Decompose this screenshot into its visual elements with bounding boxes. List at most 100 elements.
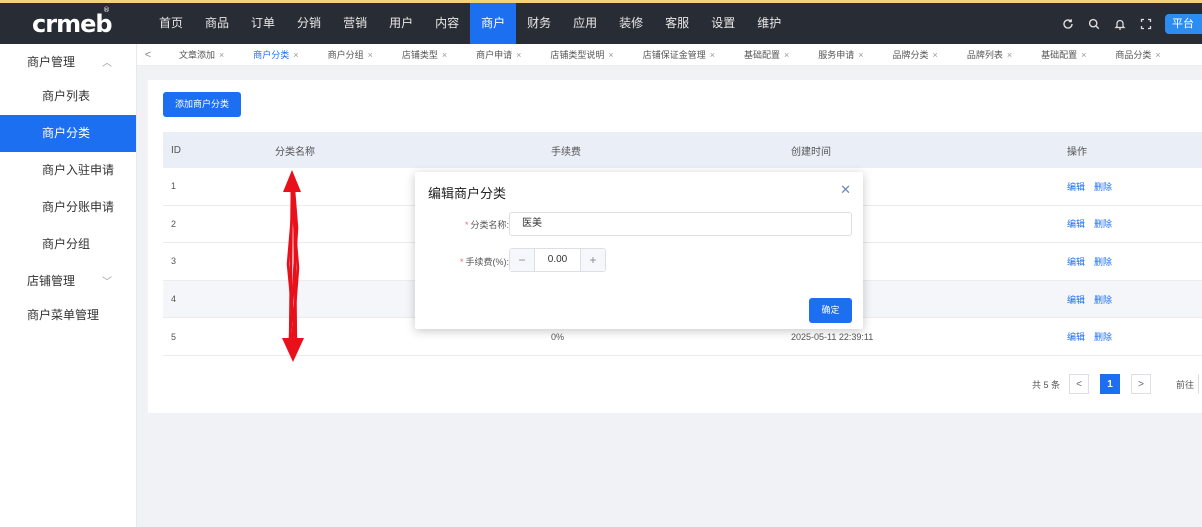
cell-actions: 编辑 删除 [1067,293,1202,306]
delete-link[interactable]: 删除 [1094,257,1112,267]
delete-link[interactable]: 删除 [1094,219,1112,229]
column-header-name: 分类名称 [275,146,315,158]
cell-id: 5 [171,331,177,342]
search-icon[interactable] [1081,3,1107,44]
tab[interactable]: 文章添加 × [159,48,233,61]
sidebar-item[interactable]: 商户分组 [0,226,136,263]
sidebar: 商户管理 ︿ 商户列表 商户分类 商户入驻申请 商户分账申请 商户分组 店铺管理 ﹀ 商… [0,44,137,527]
tab-close-icon[interactable]: × [442,50,447,60]
column-header-id: ID [171,144,181,156]
pagination-total: 共 5 条 [1031,379,1060,390]
menu-item[interactable]: 用户 [378,3,424,44]
platform-badge[interactable]: 平台 [1165,13,1202,34]
tab-close-icon[interactable]: × [858,50,863,60]
menu-item[interactable]: 客服 [654,3,700,44]
menu-item[interactable]: 维护 [746,3,792,44]
column-header-action: 操作 [1067,146,1087,158]
cell-actions: 编辑 删除 [1067,255,1202,268]
tab[interactable]: 品牌分类 × [873,48,947,61]
prev-page-button[interactable]: < [1068,374,1089,394]
confirm-button[interactable]: 确定 [809,298,852,323]
menu-item[interactable]: 营销 [332,3,378,44]
sidebar-group-merchant-menu[interactable]: 商户菜单管理 [0,297,136,331]
cell-id: 1 [171,181,177,192]
category-name-input[interactable]: 医美 [509,212,852,236]
cell-actions: 编辑 删除 [1067,180,1202,193]
sidebar-group-label: 商户管理 [27,54,76,69]
edit-link[interactable]: 编辑 [1067,257,1085,267]
tab-label: 文章添加 [179,50,216,60]
delete-link[interactable]: 删除 [1094,182,1112,192]
tab-label: 商户分组 [327,50,364,60]
red-annotation-arrow [282,170,304,362]
goto-page-input[interactable] [1198,374,1202,394]
tab[interactable]: 商户申请 × [456,48,530,61]
tab[interactable]: 店铺类型 × [382,48,456,61]
tab-close-icon[interactable]: × [219,50,224,60]
tab[interactable]: 基础配置 × [1021,48,1095,61]
tab[interactable]: 商户分类 × [233,48,307,61]
tab-close-icon[interactable]: × [1155,50,1160,60]
tab-close-icon[interactable]: × [293,50,298,60]
menu-item[interactable]: 应用 [562,3,608,44]
next-page-button[interactable]: > [1130,374,1151,394]
tab-close-icon[interactable]: × [516,50,521,60]
sidebar-group-merchant[interactable]: 商户管理 ︿ [0,44,136,78]
menu-item[interactable]: 首页 [148,3,194,44]
tabs-strip: < 文章添加 × 商户分类 × 商户分组 × 店铺类型 × 商户申请 × 店铺类型说明 × 店铺保证金管… [137,44,1202,66]
tab[interactable]: 商品分类 × [1095,48,1169,61]
cell-actions: 编辑 删除 [1067,217,1202,230]
fullscreen-icon[interactable] [1133,3,1159,44]
menu-item[interactable]: 内容 [424,3,470,44]
tab[interactable]: 店铺保证金管理 × [623,48,724,61]
tab-close-icon[interactable]: × [368,50,373,60]
edit-link[interactable]: 编辑 [1067,182,1085,192]
delete-link[interactable]: 删除 [1094,295,1112,305]
decrement-button[interactable]: − [510,249,534,271]
menu-item[interactable]: 装修 [608,3,654,44]
edit-link[interactable]: 编辑 [1067,219,1085,229]
tab-label: 店铺保证金管理 [642,50,706,60]
tab[interactable]: 基础配置 × [724,48,798,61]
tab-close-icon[interactable]: × [784,50,789,60]
cell-id: 4 [171,294,177,305]
sidebar-group-store[interactable]: 店铺管理 ﹀ [0,263,136,297]
refresh-icon[interactable] [1055,3,1081,44]
tab-close-icon[interactable]: × [933,50,938,60]
tab-close-icon[interactable]: × [710,50,715,60]
tab-close-icon[interactable]: × [1007,50,1012,60]
sidebar-item[interactable]: 商户分类 [0,115,136,152]
fee-input[interactable]: 0.00 [534,249,581,271]
menu-item[interactable]: 订单 [240,3,286,44]
tab[interactable]: 服务申请 × [798,48,872,61]
tab-label: 店铺类型 [401,50,438,60]
sidebar-item[interactable]: 商户列表 [0,78,136,115]
add-merchant-category-button[interactable]: 添加商户分类 [163,92,241,117]
tab[interactable]: 商户分组 × [308,48,382,61]
increment-button[interactable]: + [581,249,605,271]
tab-close-icon[interactable]: × [608,50,613,60]
sidebar-item[interactable]: 商户分账申请 [0,189,136,226]
tabs-scroll-left-icon[interactable]: < [137,49,159,61]
tab[interactable]: 店铺类型说明 × [530,48,622,61]
menu-item[interactable]: 商户 [470,3,517,44]
delete-link[interactable]: 删除 [1094,332,1112,342]
sidebar-group-label: 店铺管理 [27,273,76,288]
edit-link[interactable]: 编辑 [1067,295,1085,305]
menu-item[interactable]: 财务 [516,3,562,44]
bell-icon[interactable] [1107,3,1133,44]
page-button-current[interactable]: 1 [1099,374,1120,394]
close-icon[interactable]: ✕ [840,182,851,198]
edit-link[interactable]: 编辑 [1067,332,1085,342]
column-header-time: 创建时间 [791,146,831,158]
pagination: 共 5 条 < 1 > 前往 [148,374,1202,394]
menu-item[interactable]: 商品 [194,3,240,44]
chevron-down-icon: ﹀ [102,276,112,288]
sidebar-item[interactable]: 商户入驻申请 [0,152,136,189]
menu-item[interactable]: 设置 [700,3,746,44]
tab[interactable]: 品牌列表 × [947,48,1021,61]
cell-id: 2 [171,218,177,229]
tab-close-icon[interactable]: × [1081,50,1086,60]
crmeb-logo[interactable]: crmeb ® [0,3,148,44]
menu-item[interactable]: 分销 [286,3,332,44]
